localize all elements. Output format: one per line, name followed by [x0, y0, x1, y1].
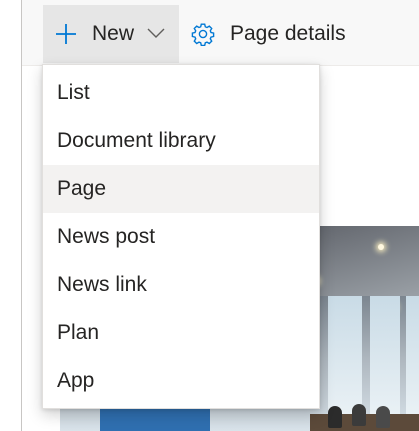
hero-image-person	[376, 406, 390, 428]
page-details-button[interactable]: Page details	[185, 5, 365, 63]
menu-item-list[interactable]: List	[43, 69, 319, 117]
chevron-down-icon[interactable]	[147, 27, 165, 39]
page-details-label: Page details	[230, 22, 346, 45]
hero-image-person	[328, 406, 342, 428]
hero-image-person	[352, 404, 366, 426]
hero-image-light	[378, 244, 384, 250]
hero-image-window	[406, 296, 419, 431]
menu-item-news-post[interactable]: News post	[43, 213, 319, 261]
menu-item-page[interactable]: Page	[43, 165, 319, 213]
gear-icon	[191, 23, 215, 46]
menu-item-news-link[interactable]: News link	[43, 261, 319, 309]
new-button-label: New	[92, 22, 135, 45]
new-button[interactable]: New	[43, 5, 179, 63]
menu-item-app[interactable]: App	[43, 357, 319, 405]
hero-image-screen	[100, 406, 210, 431]
new-dropdown-menu: List Document library Page News post New…	[42, 64, 320, 409]
plus-icon	[56, 24, 76, 44]
menu-item-document-library[interactable]: Document library	[43, 117, 319, 165]
menu-item-plan[interactable]: Plan	[43, 309, 319, 357]
